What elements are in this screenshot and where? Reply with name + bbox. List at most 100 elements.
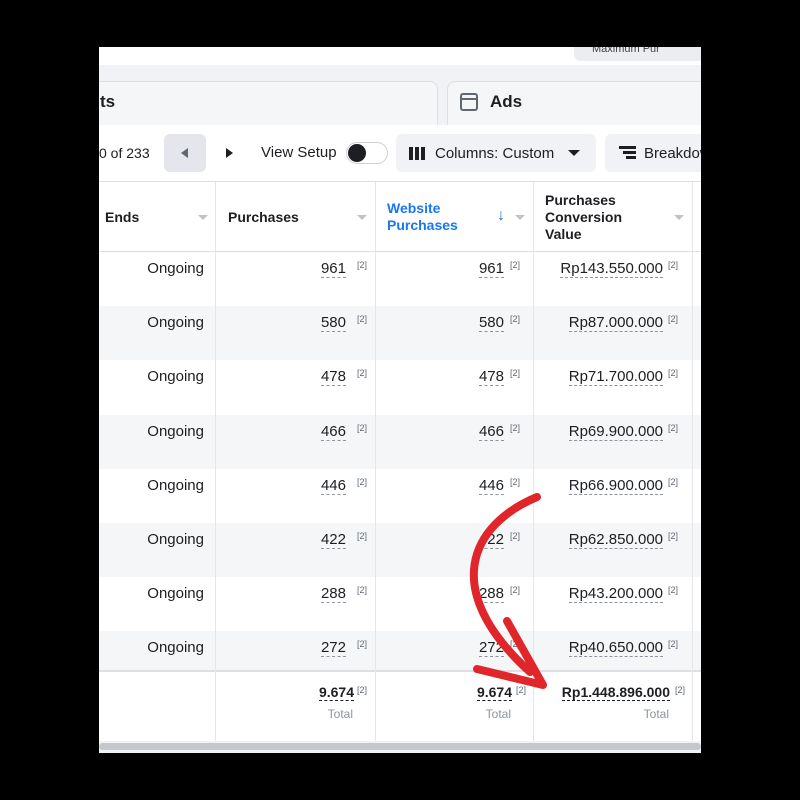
cell-website-purchases[interactable]: 288 — [478, 585, 504, 604]
cell-purchases[interactable]: 272 — [320, 639, 346, 658]
cell-conversion-value-ref: [2] — [668, 314, 679, 325]
cell-conversion-value[interactable]: Rp62.850.000 — [568, 531, 663, 549]
cell-website-purchases-ref: [2] — [510, 585, 521, 596]
table-row[interactable]: Ongoing 580 [2] 580 [2] Rp87.000.000 [2] — [99, 306, 701, 361]
top-band: Maximum Pur — [99, 47, 701, 65]
cell-purchases-ref: [2] — [357, 422, 368, 433]
level-tabs: ts Ads — [99, 65, 701, 125]
total-conversion-value[interactable]: Rp1.448.896.000 — [561, 684, 670, 701]
cell-website-purchases[interactable]: 272 — [478, 639, 504, 658]
cell-website-purchases[interactable]: 580 — [478, 314, 504, 333]
table-row[interactable]: Ongoing 466 [2] 466 [2] Rp69.900.000 [2] — [99, 414, 701, 469]
total-purchases[interactable]: 9.674 — [318, 684, 354, 701]
caret-down-icon[interactable] — [198, 215, 208, 220]
cell-website-purchases-ref: [2] — [510, 368, 521, 379]
header-website-purchases-line1[interactable]: Website — [387, 200, 440, 217]
cell-purchases[interactable]: 422 — [320, 531, 346, 549]
cell-website-purchases[interactable]: 961 — [478, 260, 504, 278]
total-website-purchases[interactable]: 9.674 — [476, 684, 512, 701]
cell-ends: Ongoing — [147, 314, 204, 332]
column-divider[interactable] — [215, 182, 216, 742]
header-ends[interactable]: Ends — [105, 209, 139, 226]
sort-down-icon[interactable]: ↓ — [497, 207, 505, 225]
cell-purchases[interactable]: 478 — [320, 368, 346, 387]
next-page-button[interactable] — [208, 134, 250, 172]
cell-ends: Ongoing — [147, 585, 204, 603]
cell-conversion-value[interactable]: Rp87.000.000 — [568, 314, 663, 333]
header-website-purchases-line2[interactable]: Purchases — [387, 217, 458, 234]
cell-purchases[interactable]: 580 — [320, 314, 346, 333]
tab-ads[interactable]: Ads — [447, 81, 701, 125]
table-header: Ends Purchases Website Purchases ↓ Purch… — [99, 182, 701, 252]
cell-conversion-value[interactable]: Rp69.900.000 — [568, 422, 663, 441]
tab-ad-sets-label: ts — [100, 92, 116, 111]
breakdown-button[interactable]: Breakdown — [605, 134, 701, 172]
cell-purchases[interactable]: 446 — [320, 476, 346, 495]
table-row[interactable]: Ongoing 446 [2] 446 [2] Rp66.900.000 [2] — [99, 469, 701, 523]
cell-purchases[interactable]: 288 — [320, 585, 346, 604]
toolbar: 0 of 233 View Setup Columns: Custom Brea… — [99, 125, 701, 181]
top-partial-button[interactable]: Maximum Pur — [574, 47, 701, 61]
header-conv-value-line2[interactable]: Conversion — [545, 209, 622, 226]
cell-website-purchases-ref: [2] — [510, 422, 521, 433]
cell-conversion-value[interactable]: Rp66.900.000 — [568, 476, 663, 495]
table-row[interactable]: Ongoing 961 [2] 961 [2] Rp143.550.000 [2] — [99, 252, 701, 306]
column-divider[interactable] — [533, 182, 534, 742]
pagination-text: 0 of 233 — [99, 145, 150, 161]
cell-purchases-ref: [2] — [357, 585, 368, 596]
column-divider[interactable] — [692, 182, 693, 742]
table-row[interactable]: Ongoing 422 [2] 422 [2] Rp62.850.000 [2] — [99, 523, 701, 577]
totals-row: 9.674 [2] Total 9.674 [2] Total Rp1.448.… — [99, 670, 701, 744]
tab-ad-sets[interactable]: ts — [99, 81, 438, 125]
cell-website-purchases[interactable]: 466 — [478, 422, 504, 441]
total-conversion-value-label: Total — [643, 707, 669, 721]
cell-website-purchases-ref: [2] — [510, 260, 521, 270]
ads-icon — [460, 93, 478, 111]
horizontal-scrollbar[interactable] — [99, 741, 701, 753]
cell-website-purchases[interactable]: 478 — [478, 368, 504, 387]
caret-down-icon[interactable] — [357, 215, 367, 220]
total-website-purchases-label: Total — [485, 707, 511, 721]
columns-button[interactable]: Columns: Custom — [396, 134, 596, 172]
header-conv-value-line3[interactable]: Value — [545, 226, 582, 243]
header-purchases[interactable]: Purchases — [228, 209, 299, 226]
cell-website-purchases[interactable]: 446 — [478, 476, 504, 495]
breakdown-icon — [619, 146, 636, 160]
column-divider[interactable] — [375, 182, 376, 742]
cell-ends: Ongoing — [147, 368, 204, 386]
caret-down-icon[interactable] — [515, 215, 525, 220]
cell-conversion-value[interactable]: Rp43.200.000 — [568, 585, 663, 604]
cell-purchases-ref: [2] — [357, 476, 368, 487]
cell-purchases-ref: [2] — [357, 314, 368, 325]
cell-purchases-ref: [2] — [357, 639, 368, 650]
cell-ends: Ongoing — [147, 531, 204, 548]
cell-conversion-value[interactable]: Rp71.700.000 — [568, 368, 663, 387]
columns-label: Columns: Custom — [435, 145, 555, 162]
caret-down-icon[interactable] — [674, 215, 684, 220]
cell-conversion-value-ref: [2] — [668, 639, 679, 650]
cell-purchases-ref: [2] — [357, 260, 368, 270]
table-row[interactable]: Ongoing 478 [2] 478 [2] Rp71.700.000 [2] — [99, 360, 701, 414]
view-setup-toggle[interactable] — [346, 142, 388, 164]
cell-ends: Ongoing — [147, 422, 204, 440]
previous-page-button[interactable] — [164, 134, 206, 172]
scrollbar-thumb[interactable] — [99, 743, 701, 750]
cell-ends: Ongoing — [147, 639, 204, 657]
total-purchases-label: Total — [327, 707, 353, 721]
cell-conversion-value[interactable]: Rp143.550.000 — [560, 260, 663, 278]
cell-website-purchases[interactable]: 422 — [478, 531, 504, 549]
tab-ads-label: Ads — [490, 92, 523, 111]
cell-website-purchases-ref: [2] — [510, 476, 521, 487]
total-website-purchases-ref: [2] — [516, 685, 527, 695]
cell-purchases-ref: [2] — [357, 531, 368, 541]
cell-website-purchases-ref: [2] — [510, 639, 521, 650]
table-row[interactable]: Ongoing 288 [2] 288 [2] Rp43.200.000 [2] — [99, 577, 701, 631]
cell-purchases[interactable]: 961 — [320, 260, 346, 278]
header-conv-value-line1[interactable]: Purchases — [545, 192, 616, 209]
breakdown-label: Breakdown — [644, 145, 701, 162]
view-setup-label: View Setup — [261, 144, 337, 161]
cell-purchases[interactable]: 466 — [320, 422, 346, 441]
cell-ends: Ongoing — [147, 260, 204, 277]
toggle-knob — [348, 144, 366, 162]
cell-conversion-value[interactable]: Rp40.650.000 — [568, 639, 663, 658]
